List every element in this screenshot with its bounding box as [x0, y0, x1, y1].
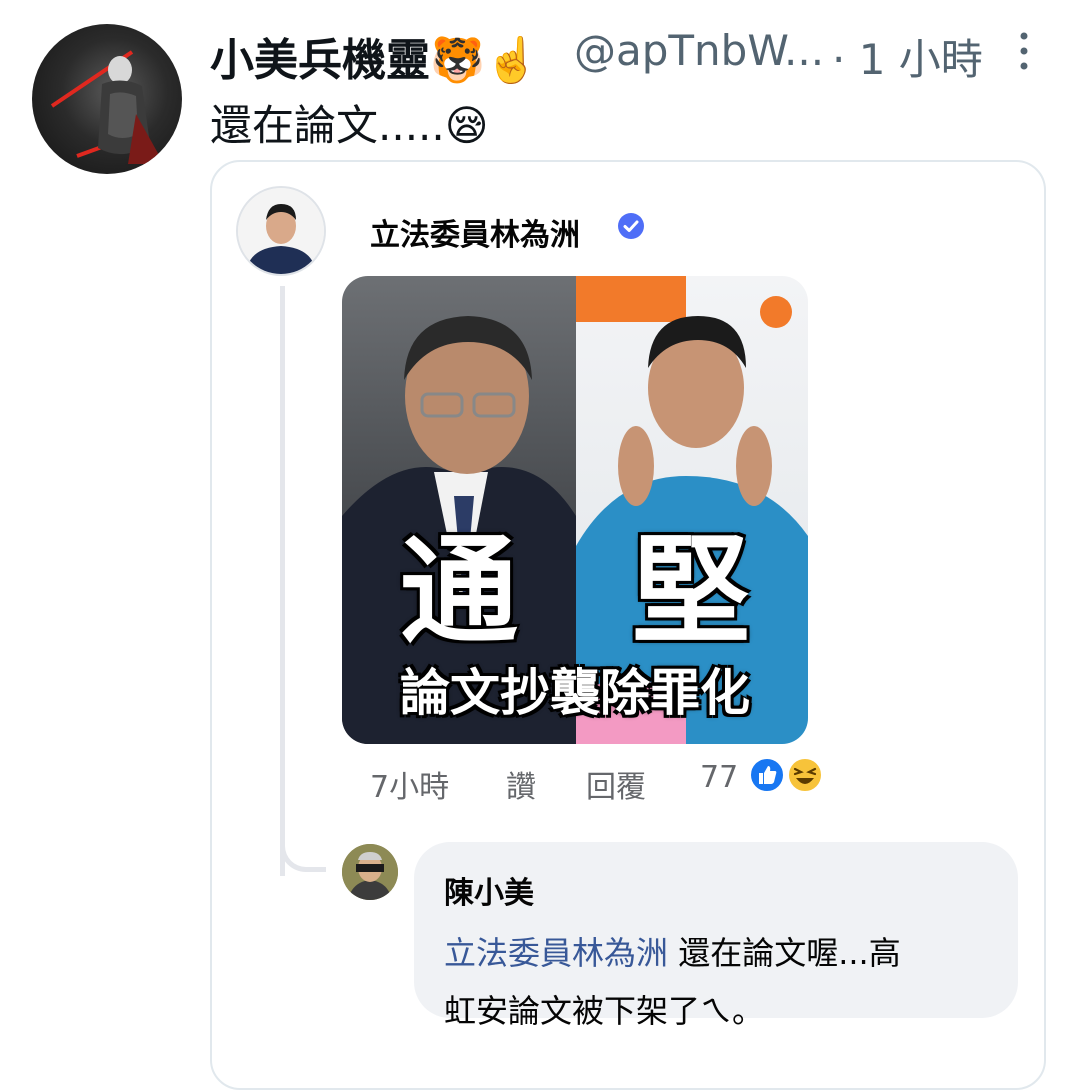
more-options-icon[interactable] — [1012, 30, 1036, 72]
comment-text-line-1: 立法委員林為洲 還在論文喔...高 — [444, 928, 901, 974]
author-avatar-figure — [238, 188, 324, 274]
verified-badge-icon — [618, 213, 644, 239]
post-time[interactable]: 7小時 — [370, 762, 449, 806]
user-avatar[interactable] — [32, 24, 182, 174]
post-author-name[interactable]: 立法委員林為洲 — [370, 210, 580, 254]
image-left-char: 通 — [400, 522, 519, 660]
post-image[interactable]: 通 堅 論文抄襲除罪化 — [342, 276, 808, 744]
display-name[interactable]: 小美兵機靈🐯☝️ — [210, 24, 540, 88]
image-right-char: 堅 — [632, 522, 751, 660]
haha-icon — [787, 757, 823, 793]
tweet-text: 還在論文.....😪 — [210, 101, 489, 150]
reply-avatar[interactable] — [342, 844, 398, 900]
thread-line — [280, 286, 285, 876]
comment-text-1: 還在論文喔...高 — [678, 934, 901, 972]
avatar-figure — [50, 50, 164, 164]
tweet-timestamp[interactable]: · 1 小時 — [832, 26, 983, 87]
comment-author-name[interactable]: 陳小美 — [444, 868, 534, 912]
comment-mention-link[interactable]: 立法委員林為洲 — [444, 934, 668, 972]
thread-connector — [280, 820, 326, 872]
user-handle[interactable]: @apTnbW... — [574, 26, 824, 75]
like-icon — [749, 757, 785, 793]
reply-button[interactable]: 回覆 — [586, 762, 646, 806]
author-avatar[interactable] — [236, 186, 326, 276]
comment-text-line-2: 虹安論文被下架了ㄟ。 — [444, 992, 765, 1030]
like-button[interactable]: 讚 — [506, 762, 536, 806]
reply-avatar-figure — [342, 844, 398, 900]
image-caption: 論文抄襲除罪化 — [400, 664, 750, 722]
reaction-count[interactable]: 77 — [700, 760, 738, 795]
